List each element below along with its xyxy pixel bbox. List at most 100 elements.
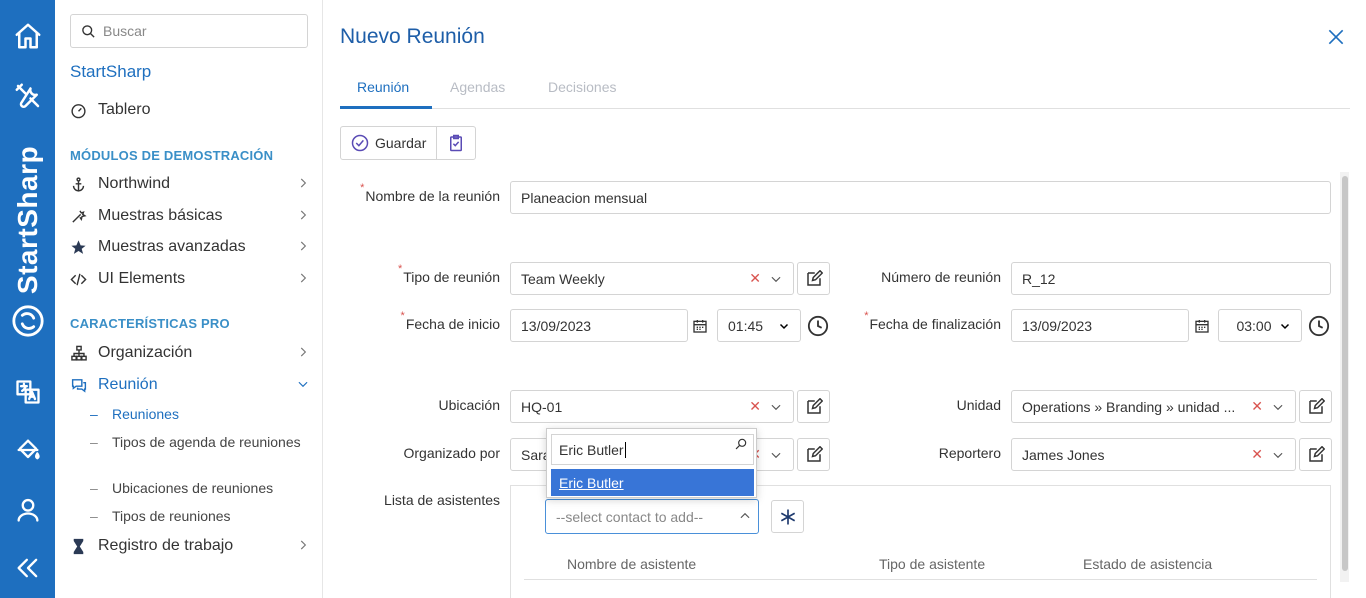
save-button[interactable]: Guardar xyxy=(341,127,436,159)
reporter-select[interactable]: James Jones ✕ xyxy=(1011,438,1296,471)
calendar-icon[interactable] xyxy=(690,316,710,336)
chevron-right-icon xyxy=(296,271,310,290)
col-attendee-name[interactable]: Nombre de asistente xyxy=(567,556,696,572)
subnav-agenda-types-label: Tipos de agenda de reuniones xyxy=(112,434,301,450)
nav-dashboard-label: Tablero xyxy=(98,101,151,118)
chevron-right-icon xyxy=(296,345,310,364)
search-input[interactable] xyxy=(103,15,303,47)
end-date-input[interactable]: 13/09/2023 xyxy=(1011,309,1189,342)
translate-icon[interactable] xyxy=(0,374,55,410)
subnav-locations[interactable]: – Ubicaciones de reuniones xyxy=(90,479,305,497)
calendar-icon[interactable] xyxy=(1192,316,1212,336)
chevron-down-icon xyxy=(1271,448,1285,462)
home-icon[interactable] xyxy=(0,18,55,54)
sidebar: StartSharp Tablero MÓDULOS DE DEMOSTRACI… xyxy=(55,0,323,598)
start-label: *Fecha de inicio xyxy=(400,310,500,332)
subnav-agenda-types[interactable]: – Tipos de agenda de reuniones xyxy=(90,433,305,451)
chevron-down-icon xyxy=(769,272,783,286)
start-date-input[interactable]: 13/09/2023 xyxy=(510,309,688,342)
edit-reporter-button[interactable] xyxy=(1299,438,1332,471)
collapse-icon[interactable] xyxy=(0,550,55,586)
end-time-select[interactable]: 03:00 xyxy=(1218,309,1302,342)
subnav-locations-label: Ubicaciones de reuniones xyxy=(112,480,274,496)
subnav-meeting-types[interactable]: – Tipos de reuniones xyxy=(90,507,305,525)
chevron-right-icon xyxy=(296,538,310,557)
nav-organization[interactable]: Organización xyxy=(70,341,310,365)
close-icon[interactable] xyxy=(1326,27,1346,52)
app-title[interactable]: StartSharp xyxy=(70,62,151,82)
tab-meeting[interactable]: Reunión xyxy=(357,79,409,107)
start-time-select[interactable]: 01:45 xyxy=(717,309,801,342)
number-label: Número de reunión xyxy=(881,269,1001,285)
chevron-down-icon xyxy=(296,377,310,396)
search-icon xyxy=(81,24,96,44)
user-icon[interactable] xyxy=(0,492,55,528)
contact-dropdown: Eric Butler Eric Butler xyxy=(546,428,757,498)
clear-icon[interactable]: ✕ xyxy=(1251,446,1263,463)
clock-icon[interactable] xyxy=(805,313,830,338)
chevron-right-icon xyxy=(296,176,310,195)
dropdown-option[interactable]: Eric Butler xyxy=(551,469,754,496)
tools-icon[interactable] xyxy=(0,78,55,114)
nav-advanced-samples[interactable]: Muestras avanzadas xyxy=(70,235,310,259)
number-input[interactable]: R_12 xyxy=(1011,262,1331,295)
scrollbar-thumb[interactable] xyxy=(1342,176,1348,571)
edit-icon xyxy=(806,397,823,414)
edit-icon xyxy=(1308,397,1325,414)
unit-select[interactable]: Operations » Branding » unidad ... ✕ xyxy=(1011,390,1296,423)
nav-dashboard[interactable]: Tablero xyxy=(70,98,310,122)
tab-agendas[interactable]: Agendas xyxy=(450,79,505,107)
logo-icon xyxy=(0,300,55,342)
location-label: Ubicación xyxy=(438,397,500,413)
add-contact-button[interactable] xyxy=(771,500,804,533)
asterisk-icon xyxy=(780,509,795,524)
dropdown-search-input[interactable]: Eric Butler xyxy=(551,434,754,465)
subnav-meeting-types-label: Tipos de reuniones xyxy=(112,508,231,524)
edit-icon xyxy=(806,445,823,462)
nav-worklog[interactable]: Registro de trabajo xyxy=(70,534,310,558)
header-divider xyxy=(524,579,1317,580)
col-attendance-status[interactable]: Estado de asistencia xyxy=(1083,556,1212,572)
nav-northwind[interactable]: Northwind xyxy=(70,172,310,196)
search-box[interactable] xyxy=(70,14,308,48)
section-pro-features: CARACTERÍSTICAS PRO xyxy=(70,316,230,331)
reporter-label: Reportero xyxy=(938,445,1001,461)
edit-icon xyxy=(1308,445,1325,462)
edit-location-button[interactable] xyxy=(797,390,830,423)
clear-icon[interactable]: ✕ xyxy=(749,398,761,415)
type-label: *Tipo de reunión xyxy=(397,263,500,285)
check-circle-icon xyxy=(351,134,369,152)
org-chart-icon xyxy=(70,344,92,362)
edit-icon xyxy=(806,269,823,286)
edit-unit-button[interactable] xyxy=(1299,390,1332,423)
subnav-meetings[interactable]: – Reuniones xyxy=(90,405,305,423)
nav-basic-samples[interactable]: Muestras básicas xyxy=(70,204,310,228)
tab-decisions[interactable]: Decisiones xyxy=(548,79,616,107)
chevron-down-icon xyxy=(1279,320,1291,332)
toolbar: Guardar xyxy=(340,126,477,160)
clear-icon[interactable]: ✕ xyxy=(1251,398,1263,415)
hourglass-icon xyxy=(70,537,92,555)
clock-icon[interactable] xyxy=(1306,313,1331,338)
location-select[interactable]: HQ-01 ✕ xyxy=(510,390,794,423)
contact-select[interactable]: --select contact to add-- xyxy=(545,499,759,534)
form-scrollbar[interactable] xyxy=(1340,172,1349,582)
edit-organizer-button[interactable] xyxy=(797,438,830,471)
edit-type-button[interactable] xyxy=(797,262,830,295)
save-button-label: Guardar xyxy=(375,135,427,151)
name-input[interactable]: Planeacion mensual xyxy=(510,181,1331,214)
unit-label: Unidad xyxy=(956,397,1001,413)
clipboard-button[interactable] xyxy=(436,127,475,159)
organizer-label: Organizado por xyxy=(403,445,500,461)
end-label: *Fecha de finalización xyxy=(864,310,1001,332)
name-label: *Nombre de la reunión xyxy=(360,182,500,204)
nav-meeting[interactable]: Reunión xyxy=(70,373,310,397)
col-attendee-type[interactable]: Tipo de asistente xyxy=(879,556,985,572)
clear-icon[interactable]: ✕ xyxy=(749,270,761,287)
paint-bucket-icon[interactable] xyxy=(0,432,55,468)
dialog-title: Nuevo Reunión xyxy=(340,25,485,48)
nav-ui-elements[interactable]: UI Elements xyxy=(70,267,310,291)
attendees-label: Lista de asistentes xyxy=(384,492,500,508)
nav-basic-samples-label: Muestras básicas xyxy=(98,207,223,224)
type-select[interactable]: Team Weekly ✕ xyxy=(510,262,794,295)
